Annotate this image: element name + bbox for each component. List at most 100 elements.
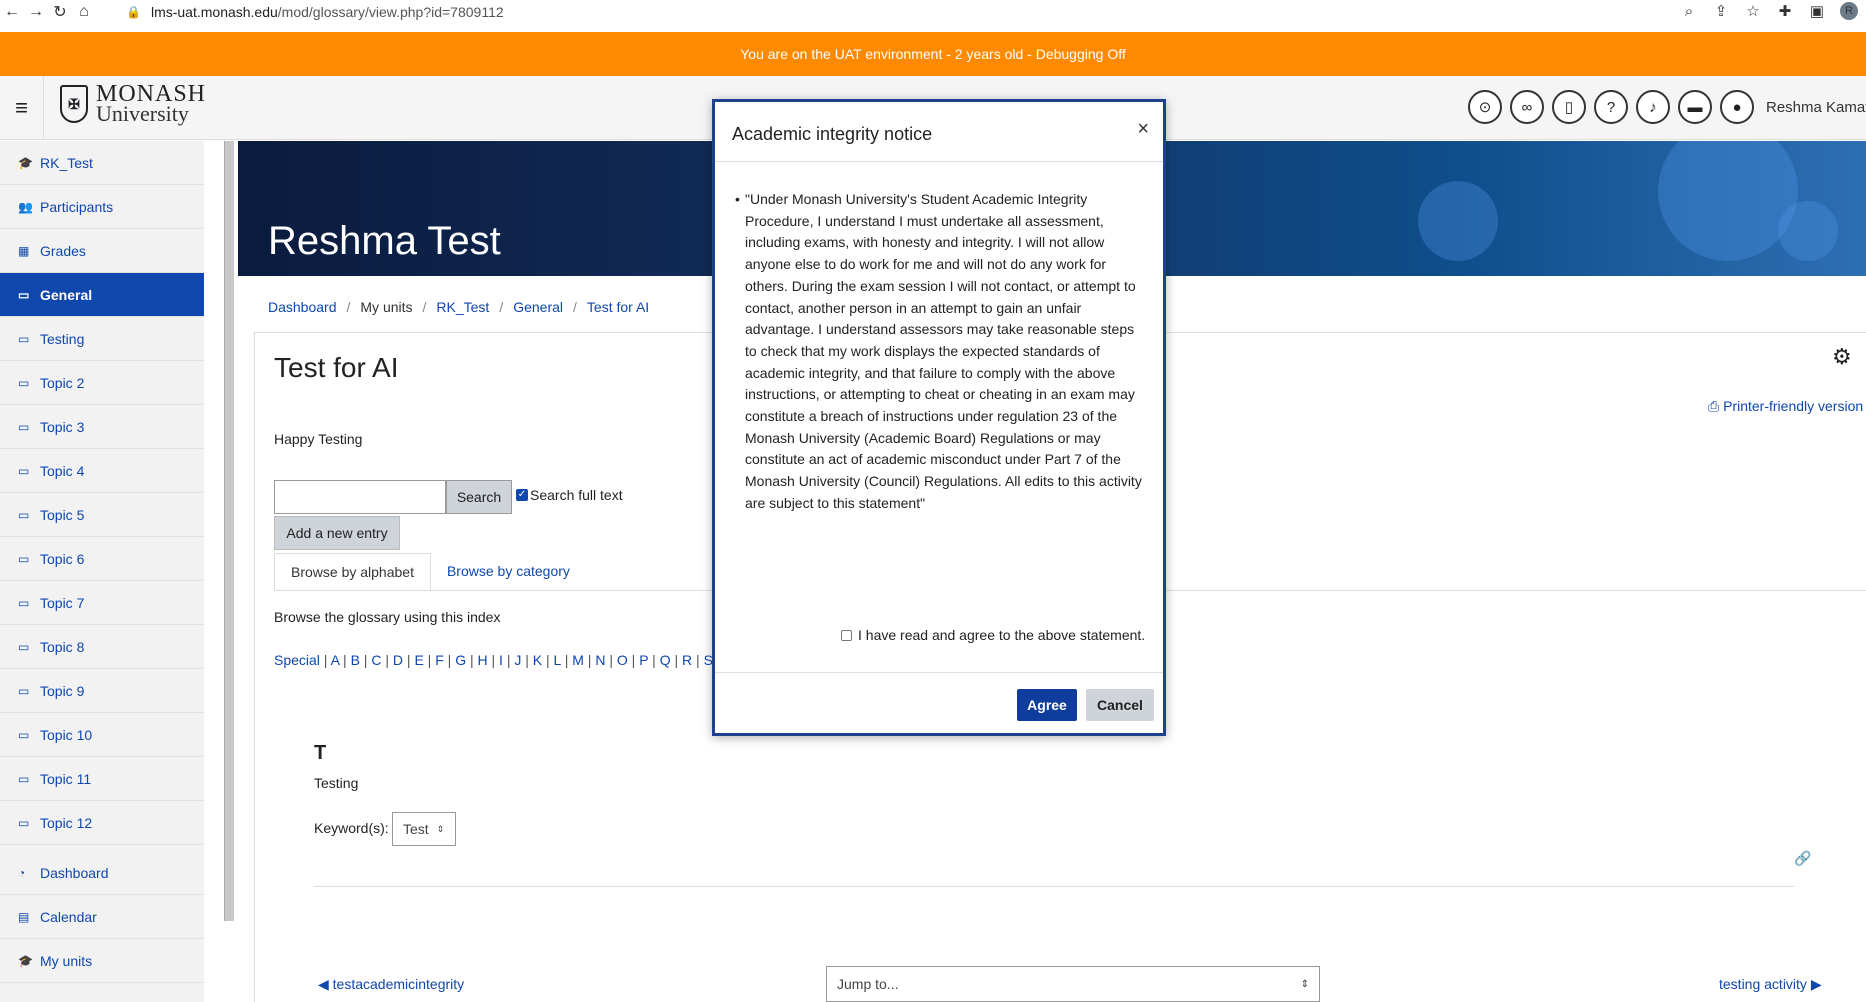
sidebar-item-label: RK_Test [40,154,93,171]
message-icon[interactable]: ▬ [1678,90,1712,124]
breadcrumb-dashboard[interactable]: Dashboard [268,299,337,315]
breadcrumb-course[interactable]: RK_Test [436,299,489,315]
menu-icon[interactable]: ≡ [0,76,44,140]
sidebar-item-label: Topic 5 [40,506,85,523]
sidebar-item-label: Topic 7 [40,594,85,611]
tab-browse-alphabet[interactable]: Browse by alphabet [274,553,431,591]
folder-icon: ▭ [18,331,30,346]
profile-avatar[interactable]: R [1840,2,1858,20]
prev-activity-label: testacademicintegrity [332,976,465,992]
folder-icon: ▭ [18,639,30,654]
sidebar-item-topic-6[interactable]: ▭ Topic 6 [0,537,204,581]
close-icon[interactable]: × [1137,118,1149,141]
sidebar-item-my-units[interactable]: 🎓 My units [0,939,204,983]
book-icon[interactable]: ▯ [1552,90,1586,124]
alphabet-separator: | [403,652,415,668]
sidebar-item-topic-12[interactable]: ▭ Topic 12 [0,801,204,845]
alphabet-separator: | [381,652,393,668]
search-icon[interactable]: ⊙ [1468,90,1502,124]
reload-icon[interactable]: ↻ [48,0,72,24]
cancel-button[interactable]: Cancel [1086,689,1154,721]
sidebar-item-topic-4[interactable]: ▭ Topic 4 [0,449,204,493]
url-host: lms-uat.monash.edu [150,4,278,20]
search-fulltext-checkbox[interactable]: ✓ Search full text [516,487,623,503]
sidebar-item-testing[interactable]: ▭ Testing [0,317,204,361]
sidepanel-icon[interactable]: ▣ [1808,2,1826,20]
user-avatar-icon[interactable]: ● [1720,90,1754,124]
zoom-icon[interactable]: ⌕ [1680,3,1698,20]
tab-browse-category[interactable]: Browse by category [431,553,586,591]
alphabet-link-n[interactable]: N [595,652,605,668]
home-icon[interactable]: ⌂ [72,0,96,24]
forward-icon[interactable]: → [24,0,48,24]
next-activity-link[interactable]: testing activity ▶ [1719,976,1822,993]
academic-integrity-modal: Academic integrity notice × • "Under Mon… [712,99,1166,736]
sidebar-item-label: Topic 11 [40,770,92,787]
agree-button[interactable]: Agree [1017,689,1077,721]
select-arrows-icon: ⇕ [1300,978,1309,990]
sidebar-item-topic-8[interactable]: ▭ Topic 8 [0,625,204,669]
address-bar[interactable]: 🔒 lms-uat.monash.edu/mod/glossary/view.p… [126,1,504,23]
alphabet-link-l[interactable]: L [554,652,561,668]
alphabet-link-d[interactable]: D [393,652,403,668]
folder-icon: ▭ [18,507,30,522]
alphabet-separator: | [466,652,478,668]
search-button[interactable]: Search [446,480,512,514]
breadcrumb-activity[interactable]: Test for AI [587,299,649,315]
user-name[interactable]: Reshma Kamat [1766,99,1866,116]
entry-link-icon[interactable]: 🔗 [1794,850,1811,867]
gear-icon[interactable]: ⚙ [1832,344,1852,370]
alphabet-link-e[interactable]: E [414,652,423,668]
sidebar-item-topic-5[interactable]: ▭ Topic 5 [0,493,204,537]
sidebar-item-topic-9[interactable]: ▭ Topic 9 [0,669,204,713]
alphabet-link-k[interactable]: K [533,652,542,668]
sidebar-item-topic-3[interactable]: ▭ Topic 3 [0,405,204,449]
monash-logo[interactable]: ✠ MONASH University [60,82,206,125]
extensions-icon[interactable]: ✚ [1776,2,1794,20]
sidebar-item-participants[interactable]: 👥 Participants [0,185,204,229]
breadcrumb-section[interactable]: General [513,299,563,315]
checkbox-box[interactable] [841,629,852,641]
link-icon[interactable]: ∞ [1510,90,1544,124]
alphabet-link-b[interactable]: B [351,652,360,668]
sidebar-item-topic-7[interactable]: ▭ Topic 7 [0,581,204,625]
share-icon[interactable]: ⇪ [1712,2,1730,20]
bookmark-star-icon[interactable]: ☆ [1744,2,1762,20]
alphabet-link-g[interactable]: G [455,652,466,668]
agree-checkbox[interactable]: I have read and agree to the above state… [841,627,1145,643]
back-icon[interactable]: ← [0,0,24,24]
alphabet-link-p[interactable]: P [639,652,648,668]
prev-activity-link[interactable]: ◀ testacademicintegrity [318,976,464,993]
keyword-select[interactable]: Test ⇕ [392,812,456,846]
sidebar-item-topic-10[interactable]: ▭ Topic 10 [0,713,204,757]
printer-friendly-link[interactable]: ⎙ Printer-friendly version [1708,398,1863,415]
add-entry-button[interactable]: Add a new entry [274,516,400,550]
sidebar-item-topic-2[interactable]: ▭ Topic 2 [0,361,204,405]
search-input[interactable] [274,480,446,514]
alphabet-link-r[interactable]: R [682,652,692,668]
alphabet-link-c[interactable]: C [371,652,381,668]
alphabet-link-f[interactable]: F [435,652,444,668]
sidebar-item-general[interactable]: ▭ General [0,273,204,317]
calendar-icon: ▤ [18,909,30,924]
sidebar-item-calendar[interactable]: ▤ Calendar [0,895,204,939]
bell-icon[interactable]: ♪ [1636,90,1670,124]
folder-icon: ▭ [18,815,30,830]
alphabet-separator: | [502,652,515,668]
alphabet-link-q[interactable]: Q [660,652,671,668]
sidebar-item-grades[interactable]: ▦ Grades [0,229,204,273]
sidebar-item-rk-test[interactable]: 🎓 RK_Test [0,141,204,185]
folder-icon: ▭ [18,375,30,390]
jump-to-select[interactable]: Jump to... ⇕ [826,966,1320,1002]
sidebar-item-label: Topic 10 [40,726,93,743]
folder-icon: ▭ [18,727,30,742]
sidebar-item-topic-11[interactable]: ▭ Topic 11 [0,757,204,801]
alphabet-link-m[interactable]: M [572,652,584,668]
alphabet-link-a[interactable]: A [331,652,340,668]
alphabet-link-h[interactable]: H [478,652,488,668]
alphabet-link-special[interactable]: Special [274,652,320,668]
sidebar-item-dashboard[interactable]: ◔ Dashboard [0,851,204,895]
sidebar-scrollbar[interactable] [224,141,234,921]
help-icon[interactable]: ? [1594,90,1628,124]
alphabet-link-o[interactable]: O [617,652,628,668]
